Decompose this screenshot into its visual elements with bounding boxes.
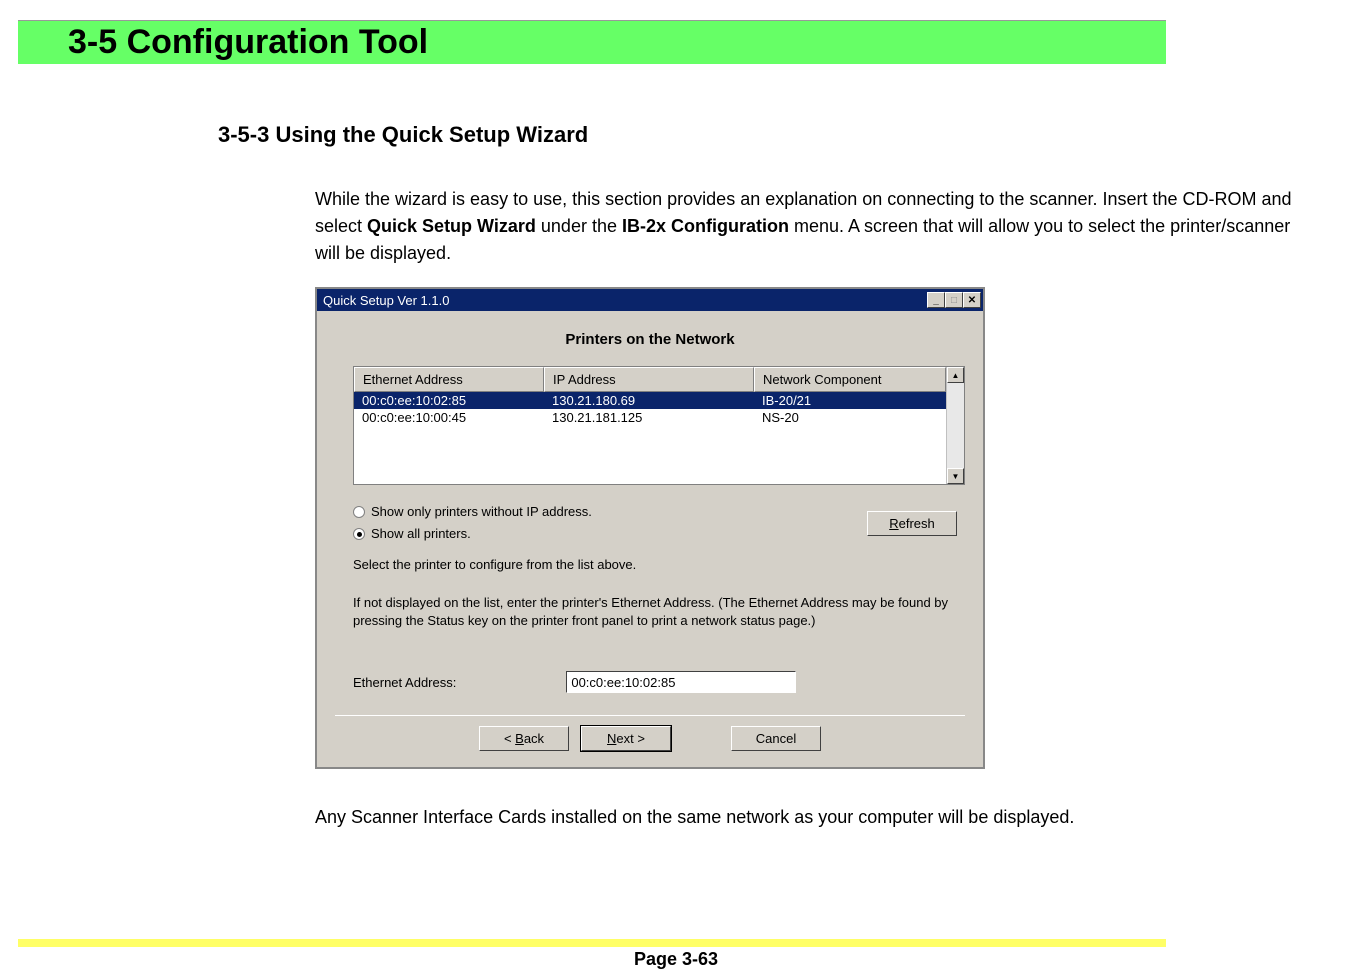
radio-without-ip[interactable]: Show only printers without IP address. [353,501,592,523]
col-header-ethernet[interactable]: Ethernet Address [354,367,544,392]
radio-show-all[interactable]: Show all printers. [353,523,592,545]
section-banner: 3-5 Configuration Tool [18,20,1166,64]
col-header-ip[interactable]: IP Address [544,367,754,392]
banner-title: 3-5 Configuration Tool [68,23,1166,62]
select-instruction: Select the printer to configure from the… [353,557,965,572]
col-header-component[interactable]: Network Component [754,367,946,392]
page-footer: Page 3-63 [0,939,1352,970]
radio-icon [353,528,365,540]
maximize-button[interactable]: □ [945,292,963,308]
back-button[interactable]: < Back [479,726,569,751]
next-button[interactable]: Next > [581,726,671,751]
subsection-title: 3-5-3 Using the Quick Setup Wizard [218,122,1352,148]
titlebar: Quick Setup Ver 1.1.0 _ □ ✕ [317,289,983,311]
radio-icon [353,506,365,518]
window-controls: _ □ ✕ [927,292,981,308]
scroll-up-icon[interactable]: ▲ [947,367,964,383]
outro-paragraph: Any Scanner Interface Cards installed on… [315,807,1352,828]
cancel-button[interactable]: Cancel [731,726,821,751]
help-instruction: If not displayed on the list, enter the … [353,594,965,629]
table-body[interactable]: 00:c0:ee:10:02:85 130.21.180.69 IB-20/21… [354,392,946,484]
dialog-body: Printers on the Network Ethernet Address… [317,311,983,767]
printers-table: Ethernet Address IP Address Network Comp… [353,366,965,485]
minimize-button[interactable]: _ [927,292,945,308]
filter-radio-group: Show only printers without IP address. S… [353,501,592,545]
ethernet-address-label: Ethernet Address: [353,675,456,690]
close-button[interactable]: ✕ [963,292,981,308]
scrollbar[interactable]: ▲ ▼ [946,367,964,484]
ethernet-address-row: Ethernet Address: [353,671,965,693]
window-title: Quick Setup Ver 1.1.0 [323,293,449,308]
dialog-footer: < Back Next > Cancel [335,715,965,755]
intro-paragraph: While the wizard is easy to use, this se… [315,186,1302,267]
ethernet-address-input[interactable] [566,671,796,693]
table-header-row: Ethernet Address IP Address Network Comp… [354,367,946,392]
page-number: Page 3-63 [0,949,1352,970]
quick-setup-dialog: Quick Setup Ver 1.1.0 _ □ ✕ Printers on … [315,287,985,769]
refresh-button[interactable]: Refresh [867,511,957,536]
scroll-down-icon[interactable]: ▼ [947,468,964,484]
table-row[interactable]: 00:c0:ee:10:02:85 130.21.180.69 IB-20/21 [354,392,946,409]
dialog-heading: Printers on the Network [335,331,965,348]
scroll-track[interactable] [947,383,964,468]
footer-divider [18,939,1166,947]
table-row[interactable]: 00:c0:ee:10:00:45 130.21.181.125 NS-20 [354,409,946,426]
